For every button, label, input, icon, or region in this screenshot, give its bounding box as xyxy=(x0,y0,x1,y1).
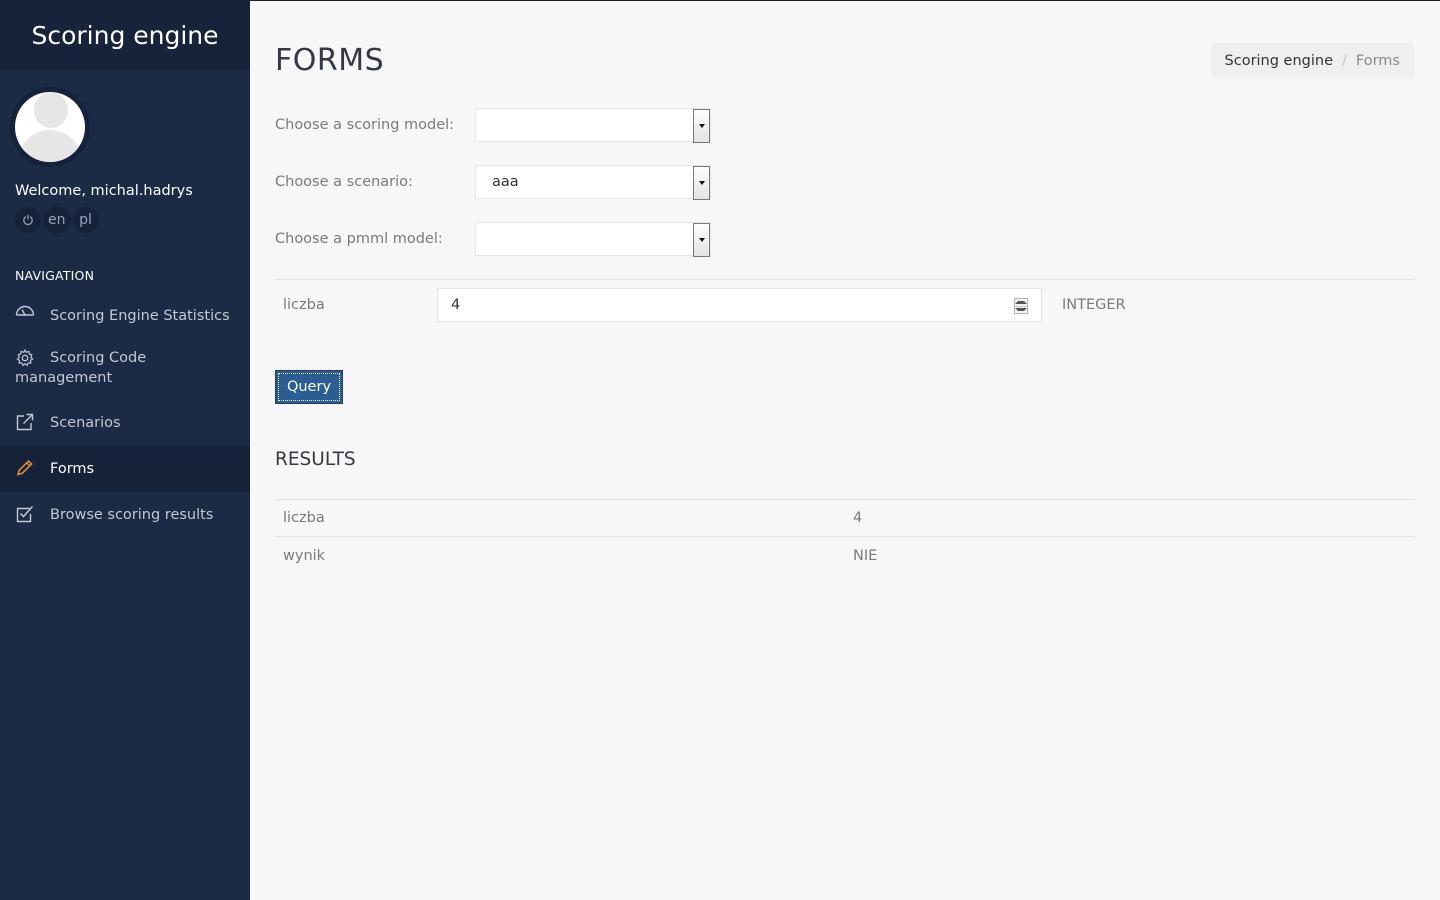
sidebar-item-scenarios[interactable]: Scenarios xyxy=(0,400,250,446)
sidebar-item-label: Scenarios xyxy=(50,415,121,431)
dropdown-arrow-icon[interactable] xyxy=(693,109,710,143)
sidebar-item-label: Scoring Code management xyxy=(15,350,147,386)
param-row: liczba 4 INTEGER xyxy=(275,288,1415,322)
pencil-icon xyxy=(15,458,35,478)
breadcrumb-separator: / xyxy=(1342,52,1347,69)
sidebar-item-forms[interactable]: Forms xyxy=(0,446,250,492)
sidebar-nav: Scoring Engine Statistics Scoring Code m… xyxy=(0,293,250,538)
result-key: liczba xyxy=(283,510,325,526)
page-title: FORMS xyxy=(275,43,385,78)
param-value: 4 xyxy=(451,297,461,313)
pmml-model-label: Choose a pmml model: xyxy=(275,231,443,247)
table-row: wynik NIE xyxy=(275,537,1415,574)
sidebar-item-label: Browse scoring results xyxy=(50,507,214,523)
welcome-text: Welcome, michal.hadrys xyxy=(15,183,193,199)
sidebar-item-label: Forms xyxy=(50,461,95,477)
avatar xyxy=(10,87,90,167)
sidebar-item-browse-scoring-results[interactable]: Browse scoring results xyxy=(0,492,250,538)
scoring-model-row: Choose a scoring model: xyxy=(275,108,711,143)
result-value: NIE xyxy=(853,547,878,564)
result-key: wynik xyxy=(283,547,326,564)
scoring-model-label: Choose a scoring model: xyxy=(275,117,455,133)
results-title: RESULTS xyxy=(275,449,356,470)
query-button[interactable]: Query xyxy=(275,370,343,404)
number-spinner[interactable] xyxy=(1014,298,1028,314)
avatar-image xyxy=(15,92,85,162)
sidebar-item-scoring-engine-statistics[interactable]: Scoring Engine Statistics xyxy=(0,293,250,339)
result-value: 4 xyxy=(853,510,863,526)
param-type: INTEGER xyxy=(1062,297,1126,313)
nav-heading: NAVIGATION xyxy=(15,268,95,283)
dropdown-arrow-icon[interactable] xyxy=(693,166,710,200)
dropdown-arrow-icon[interactable] xyxy=(693,223,710,257)
pmml-model-row: Choose a pmml model: xyxy=(275,222,711,257)
logout-button[interactable] xyxy=(15,207,41,233)
scenario-row: Choose a scenario: aaa xyxy=(275,165,711,200)
scenario-select[interactable]: aaa xyxy=(475,165,711,200)
breadcrumb: Scoring engine / Forms xyxy=(1210,43,1414,78)
main-content: FORMS Scoring engine / Forms Choose a sc… xyxy=(250,0,1440,900)
results-table: liczba 4 wynik NIE xyxy=(275,499,1415,574)
dashboard-icon xyxy=(15,305,35,325)
breadcrumb-root-link[interactable]: Scoring engine xyxy=(1225,53,1334,69)
param-name: liczba xyxy=(283,297,325,313)
power-icon xyxy=(23,214,33,226)
sidebar: Scoring engine Welcome, michal.hadrys en… xyxy=(0,0,250,900)
lang-pl-button[interactable]: pl xyxy=(72,207,99,233)
table-row: liczba 4 xyxy=(275,500,1415,537)
spinner-down-icon[interactable] xyxy=(1015,307,1027,314)
scoring-model-select[interactable] xyxy=(475,108,711,143)
sidebar-item-scoring-code-management[interactable]: Scoring Code management xyxy=(0,339,250,400)
divider xyxy=(275,279,1415,280)
scenario-value: aaa xyxy=(492,174,519,190)
pmml-model-select[interactable] xyxy=(475,222,711,257)
scenario-label: Choose a scenario: xyxy=(275,174,413,190)
user-controls: en pl xyxy=(15,207,99,233)
brand-title[interactable]: Scoring engine xyxy=(0,0,250,70)
sidebar-item-label: Scoring Engine Statistics xyxy=(50,308,230,324)
param-number-input[interactable]: 4 xyxy=(437,288,1042,322)
lang-en-button[interactable]: en xyxy=(43,207,71,233)
gear-icon xyxy=(15,348,35,368)
external-link-icon xyxy=(15,412,35,432)
spinner-up-icon[interactable] xyxy=(1015,299,1027,307)
checkbox-icon xyxy=(15,504,35,524)
breadcrumb-current: Forms xyxy=(1355,52,1400,69)
